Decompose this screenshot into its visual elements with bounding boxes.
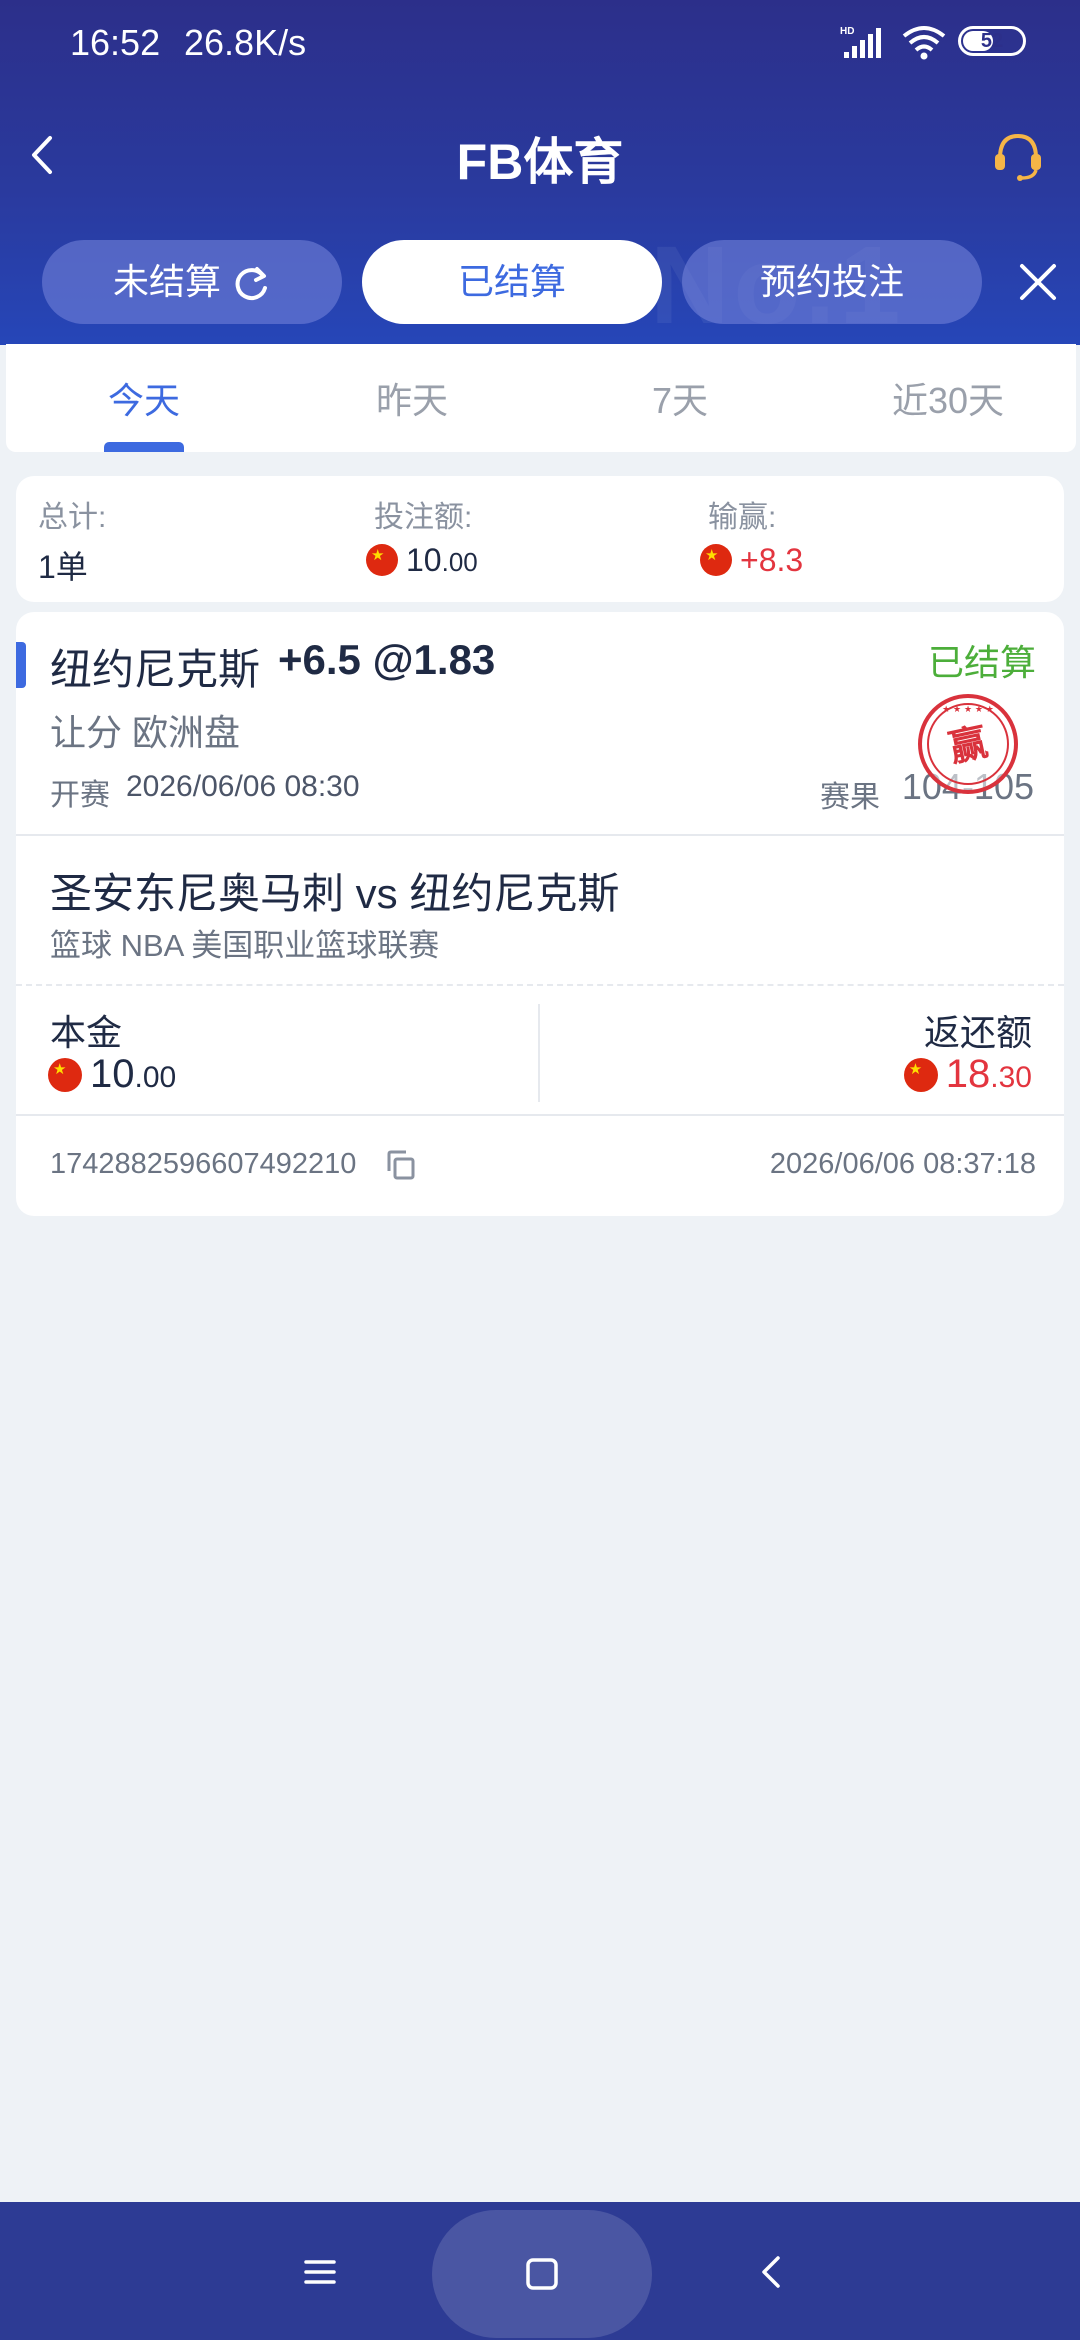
principal-label: 本金 [50,1012,123,1053]
stake-total-value: 10.00 [366,542,478,579]
stake-total-dec: .00 [441,547,478,577]
cny-flag-icon [366,544,398,576]
total-value: 1单 [38,549,88,585]
bet-status: 已结算 [927,642,1036,683]
card-dashed-divider [16,984,1064,986]
status-bar: 16:52 26.8K/s HD 52 [0,0,1080,85]
tab-unsettled[interactable]: 未结算 [42,240,342,324]
return-int: 18 [945,1052,991,1096]
cny-flag-icon [700,544,732,576]
tab-reserved-label: 预约投注 [759,261,904,302]
winloss-label: 输赢: [708,501,777,534]
stake-total-int: 10 [406,542,442,578]
bet-selection-team: 纽约尼克斯 [50,646,261,693]
status-time: 16:52 [70,22,161,63]
active-tab-indicator [104,442,184,452]
battery-icon: 52 [958,26,1026,56]
winloss-amount: +8.3 [740,542,804,578]
cny-flag-icon [48,1058,82,1092]
return-label: 返还额 [923,1012,1032,1053]
page-title: FB体育 [456,134,624,190]
battery-level: 52 [980,30,1004,52]
return-dec: .30 [990,1061,1032,1094]
copy-icon[interactable] [384,1148,418,1182]
league-name: 篮球 NBA 美国职业篮球联赛 [50,928,440,963]
card-accent-bar [16,642,26,688]
date-tab-7-days[interactable]: 7天 [580,372,780,424]
tab-settled[interactable]: 已结算 [362,240,662,324]
date-tab-today[interactable]: 今天 [44,372,244,424]
principal-dec: .00 [134,1061,177,1094]
svg-text:★ ★ ★ ★ ★: ★ ★ ★ ★ ★ [942,705,994,715]
bet-handicap-odds: +6.5 @1.83 [278,636,496,683]
order-number: 1742882596607492210 [50,1148,357,1180]
customer-service-icon[interactable] [990,128,1046,184]
date-tab-30-days[interactable]: 近30天 [848,372,1048,424]
total-label: 总计: [38,501,107,534]
app-header: No.1 16:52 26.8K/s HD 52 FB体育 [0,0,1080,345]
close-icon[interactable] [1016,260,1060,304]
date-filter-tabs: 今天 昨天 7天 近30天 [6,344,1076,452]
winloss-value: +8.3 [700,542,803,579]
nav-back-icon[interactable] [752,2252,792,2292]
stake-total-label: 投注额: [374,501,473,534]
refresh-icon[interactable] [231,264,271,304]
menu-icon[interactable] [300,2252,340,2292]
result-label: 赛果 [820,781,880,814]
return-value: 18.30 [903,1052,1032,1097]
principal-int: 10 [90,1052,135,1096]
wifi-icon [902,26,946,60]
kickoff-time: 2026/06/06 08:30 [126,770,360,803]
amount-column-divider [538,1004,540,1102]
match-teams: 圣安东尼奥马刺 vs 纽约尼克斯 [50,870,620,917]
kickoff-label: 开赛 [50,779,110,812]
home-square-icon [526,2258,558,2290]
card-divider [16,1114,1064,1116]
network-speed: 26.8K/s [184,22,307,63]
bet-card[interactable]: 纽约尼克斯 +6.5 @1.83 已结算 让分 欧洲盘 开赛 2026/06/0… [16,612,1064,1216]
tab-unsettled-label: 未结算 [112,261,221,302]
system-nav-bar [0,2202,1080,2340]
tab-settled-label: 已结算 [457,261,566,302]
cny-flag-icon [903,1058,938,1092]
date-tab-yesterday[interactable]: 昨天 [312,372,512,424]
signal-icon: HD [840,26,881,58]
win-stamp-icon: ★ ★ ★ ★ ★ 赢 [918,694,1018,794]
home-button[interactable] [432,2210,652,2338]
svg-text:HD: HD [840,26,854,37]
tab-reserved-bets[interactable]: 预约投注 [682,240,982,324]
principal-value: 10.00 [48,1052,176,1097]
card-divider [16,834,1064,836]
order-timestamp: 2026/06/06 08:37:18 [769,1148,1036,1180]
summary-panel: 总计: 1单 投注额: 10.00 输赢: +8.3 [16,476,1064,602]
bet-market: 让分 欧洲盘 [50,712,241,753]
